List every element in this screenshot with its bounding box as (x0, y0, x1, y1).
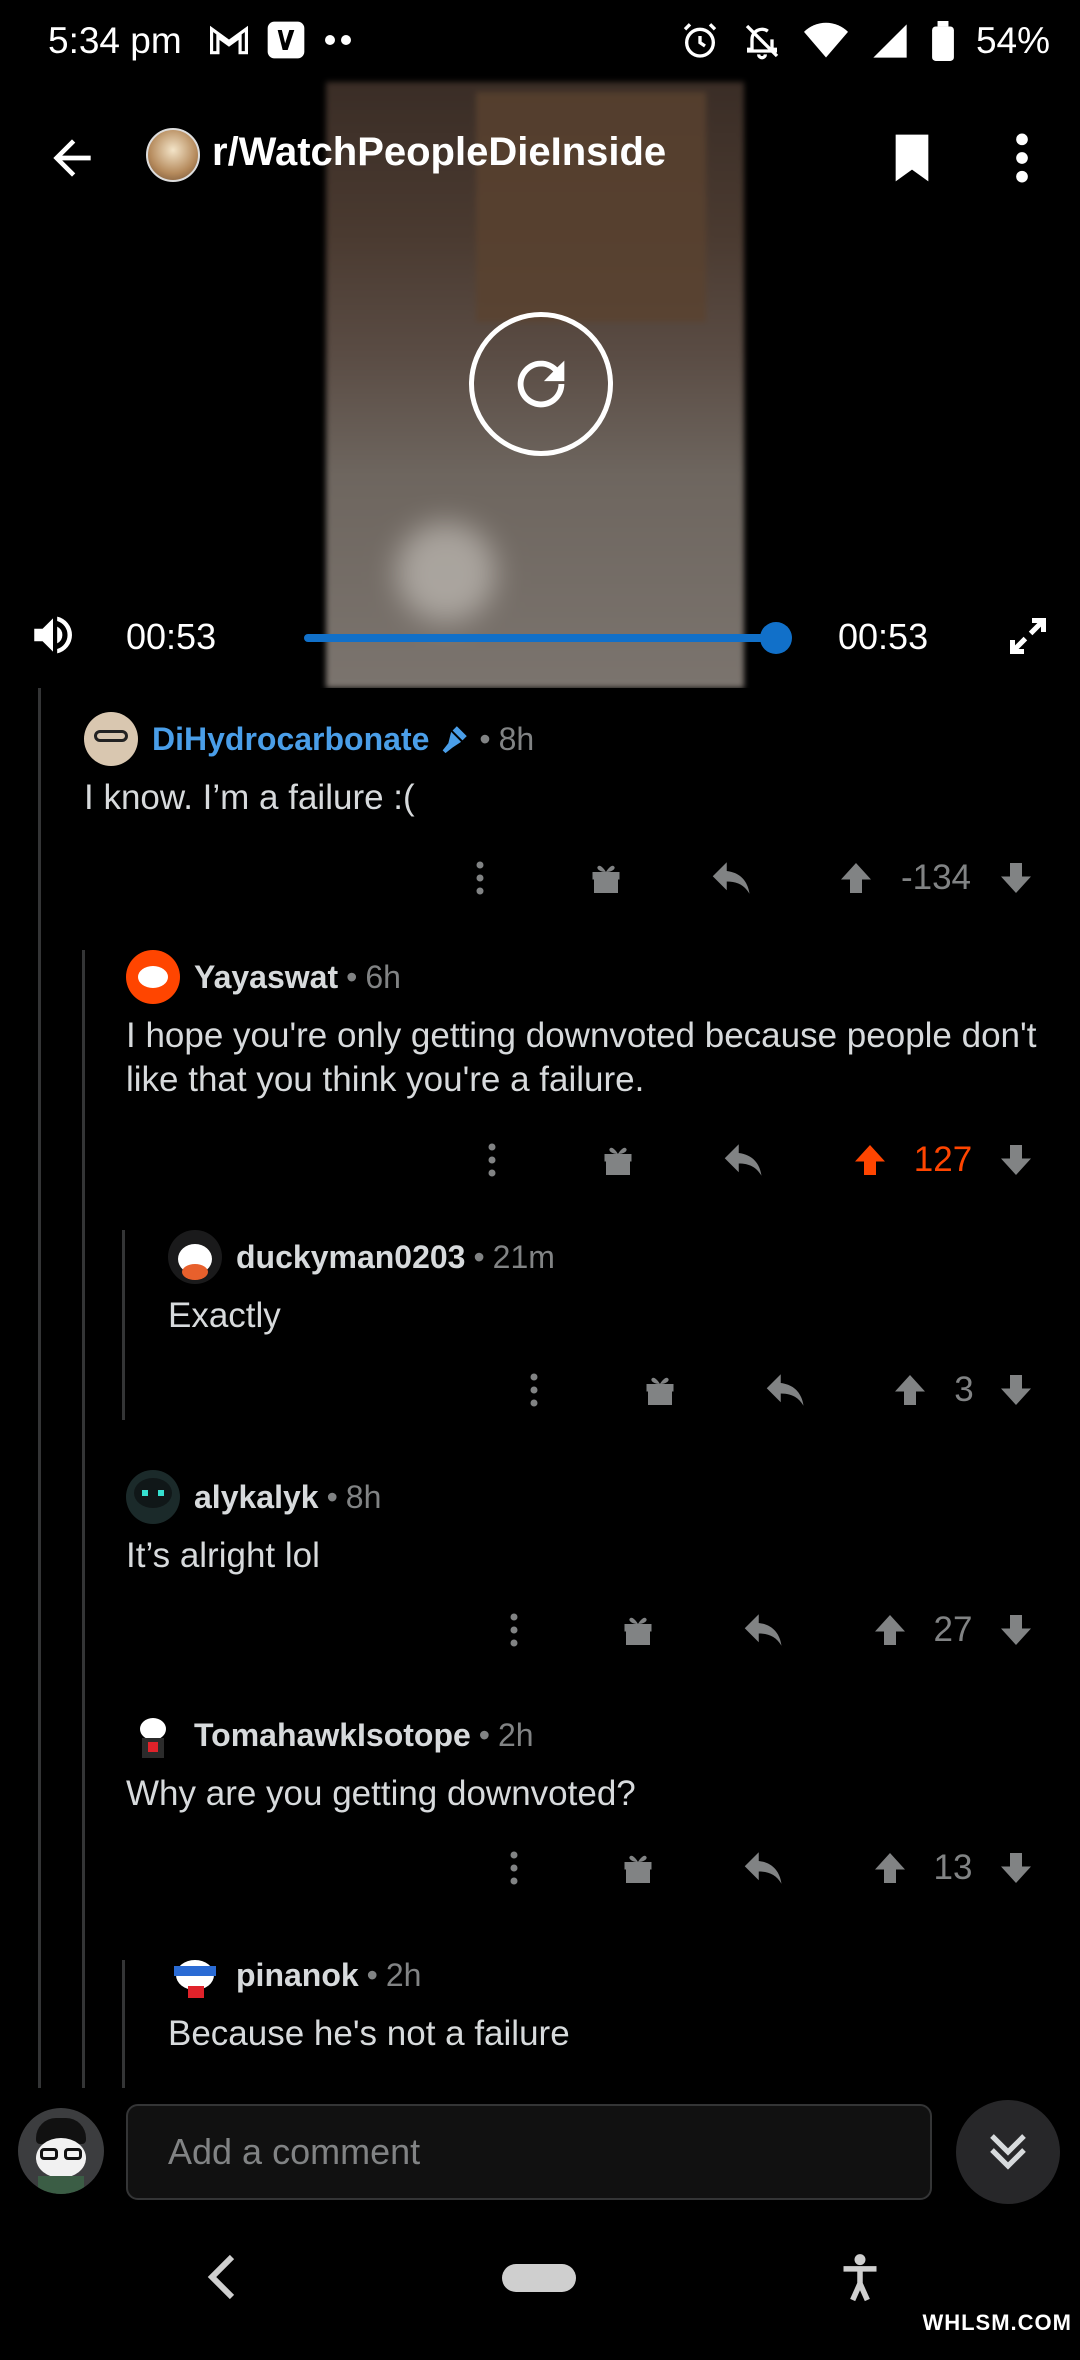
reply-icon[interactable] (762, 1360, 810, 1420)
comment-body: Why are you getting downvoted? (126, 1774, 636, 1813)
comment-age: 2h (385, 1956, 422, 1993)
downvote-icon[interactable] (994, 1130, 1038, 1190)
username[interactable]: alykalyk (194, 1479, 319, 1516)
reply-icon[interactable] (740, 1600, 788, 1660)
next-comment-button[interactable] (956, 2100, 1060, 2204)
duration: 00:53 (838, 616, 929, 657)
volume-icon[interactable] (28, 610, 78, 660)
avatar[interactable] (84, 712, 138, 766)
username[interactable]: DiHydrocarbonate (152, 721, 429, 758)
double-chevron-down-icon (984, 2128, 1032, 2176)
accessibility-icon[interactable] (838, 2252, 882, 2304)
upvote-icon[interactable] (834, 848, 878, 908)
avatar[interactable] (18, 2108, 104, 2194)
back-arrow-icon[interactable] (44, 130, 100, 186)
video-controls: 00:53 00:53 (0, 600, 1080, 672)
downvote-icon[interactable] (994, 1360, 1038, 1420)
comment-body: I hope you're only getting downvoted bec… (126, 1016, 1037, 1099)
gift-icon[interactable] (616, 1600, 660, 1660)
overflow-menu-icon[interactable] (1010, 130, 1034, 186)
system-back-icon[interactable] (204, 2252, 240, 2302)
score: 13 (933, 1848, 973, 1887)
gift-icon[interactable] (584, 848, 628, 908)
gmail-icon (210, 25, 248, 55)
upvote-icon[interactable] (868, 1600, 912, 1660)
avatar[interactable] (126, 1708, 180, 1762)
more-options-icon[interactable] (494, 1600, 534, 1660)
fullscreen-icon[interactable] (1004, 612, 1052, 660)
notifications-off-icon (742, 21, 782, 61)
upvote-icon[interactable] (868, 1838, 912, 1898)
system-nav-bar: WHLSM.COM (0, 2218, 1080, 2338)
upvote-icon[interactable] (888, 1360, 932, 1420)
alarm-icon (680, 21, 720, 61)
reply-icon[interactable] (720, 1130, 768, 1190)
username[interactable]: Yayaswat (194, 959, 338, 996)
avatar[interactable] (168, 1230, 222, 1284)
username[interactable]: pinanok (236, 1957, 359, 1994)
home-pill[interactable] (502, 2264, 576, 2292)
subreddit-name[interactable]: r/WatchPeopleDieInside (212, 130, 666, 175)
more-notifications-icon (324, 34, 354, 46)
battery-percent: 54% (975, 20, 1050, 61)
replay-button[interactable] (469, 312, 613, 456)
reply-icon[interactable] (708, 848, 756, 908)
comment-input[interactable]: Add a comment (126, 2104, 932, 2200)
battery-icon (932, 21, 954, 61)
more-options-icon[interactable] (460, 848, 500, 908)
comment-age: 21m (492, 1238, 555, 1275)
more-options-icon[interactable] (494, 1838, 534, 1898)
comment-age: 2h (497, 1716, 534, 1753)
username[interactable]: TomahawkIsotope (194, 1717, 471, 1754)
avatar[interactable] (126, 950, 180, 1004)
upvote-icon[interactable] (848, 1130, 892, 1190)
current-time: 00:53 (126, 616, 217, 657)
video-player[interactable]: 00:53 00:53 (0, 0, 1080, 688)
comment-body: It’s alright lol (126, 1536, 320, 1575)
comment-body: Because he's not a failure (168, 2014, 570, 2053)
app-bar: r/WatchPeopleDieInside (0, 120, 1080, 196)
microphone-icon (437, 722, 471, 756)
gift-icon[interactable] (638, 1360, 682, 1420)
comment-composer: Add a comment (0, 2088, 1080, 2218)
avatar[interactable] (168, 1948, 222, 2002)
more-options-icon[interactable] (472, 1130, 512, 1190)
downvote-icon[interactable] (994, 1600, 1038, 1660)
comment-age: 8h (345, 1478, 382, 1515)
downvote-icon[interactable] (994, 1838, 1038, 1898)
bookmark-icon[interactable] (884, 130, 940, 186)
comment-body: Exactly (168, 1296, 281, 1335)
replay-icon (506, 349, 576, 419)
comment-age: 6h (365, 958, 401, 995)
reply-icon[interactable] (740, 1838, 788, 1898)
comment-thread: DiHydrocarbonate • 8h I know. I’m a fail… (0, 688, 1080, 2088)
status-bar: 5:34 pm 54% (0, 0, 1080, 84)
gift-icon[interactable] (616, 1838, 660, 1898)
venmo-icon (266, 20, 306, 60)
score: 127 (913, 1140, 973, 1179)
comment-age: 8h (498, 720, 535, 757)
username[interactable]: duckyman0203 (236, 1239, 465, 1276)
seek-handle[interactable] (760, 622, 792, 654)
score: -134 (900, 858, 972, 897)
score: 3 (954, 1370, 974, 1409)
watermark: WHLSM.COM (922, 2310, 1072, 2335)
cell-signal-icon (870, 21, 910, 61)
downvote-icon[interactable] (994, 848, 1038, 908)
more-options-icon[interactable] (514, 1360, 554, 1420)
status-time: 5:34 pm (48, 20, 182, 61)
seek-bar[interactable] (304, 634, 776, 642)
score: 27 (933, 1610, 973, 1649)
comment-body: I know. I’m a failure :( (84, 778, 415, 817)
avatar[interactable] (126, 1470, 180, 1524)
gift-icon[interactable] (596, 1130, 640, 1190)
subreddit-avatar[interactable] (146, 128, 200, 182)
wifi-icon (803, 21, 848, 61)
